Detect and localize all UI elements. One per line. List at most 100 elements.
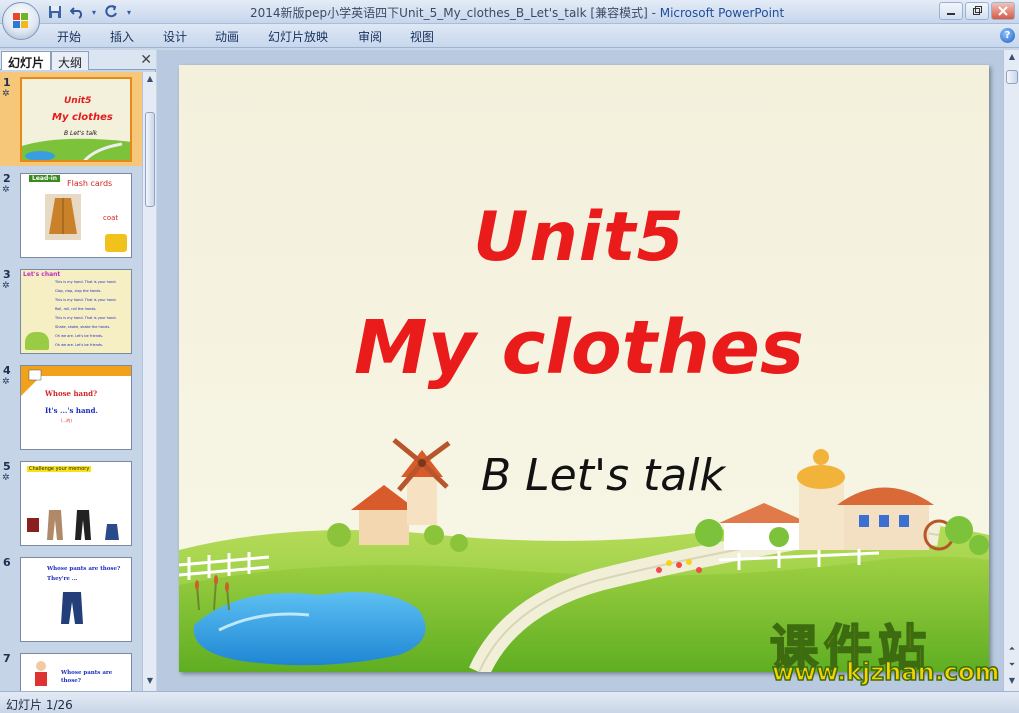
- pants-picture: [61, 592, 83, 624]
- thumb-text: Whose hand?: [45, 389, 98, 398]
- watermark-url: www.kjzhan.com: [771, 657, 1000, 687]
- tab-design[interactable]: 设计: [163, 28, 187, 45]
- thumbnail-image: Lead-in Flash cards coat: [20, 173, 132, 258]
- thumbnail-image: Whose pants are those? They're ...: [20, 557, 132, 642]
- boy-picture: [35, 661, 47, 686]
- window-controls: [939, 2, 1015, 20]
- thumb-text: It's ...'s hand.: [45, 406, 98, 415]
- slide-title-line-2[interactable]: My clothes: [179, 305, 979, 391]
- ribbon-tabs: 开始 插入 设计 动画 幻灯片放映 审阅 视图 ?: [0, 24, 1019, 48]
- slide-scrollbar[interactable]: ▲ ⏶ ⏷ ▼: [1003, 50, 1019, 691]
- thumb-text: Whose pants are: [61, 670, 113, 676]
- thumb-text: Oh we are. Let's be friends.: [55, 343, 104, 347]
- tab-outline[interactable]: 大纲: [51, 51, 90, 70]
- office-button[interactable]: [2, 2, 40, 40]
- undo-icon[interactable]: [68, 3, 86, 21]
- slide-counter: 幻灯片 1/26: [6, 698, 73, 712]
- slide-thumbnail-list: 1 ✲ Unit5 My clothes B Let's talk 2 ✲ Le…: [0, 72, 142, 691]
- slide-thumbnail-6[interactable]: 6 Whose pants are those? They're ...: [0, 552, 142, 646]
- close-icon[interactable]: ✕: [140, 52, 152, 68]
- bus-picture: [105, 234, 127, 252]
- minimize-button[interactable]: [939, 2, 963, 20]
- tab-insert[interactable]: 插入: [110, 28, 134, 45]
- thumb-text: Whose pants are those?: [47, 566, 121, 572]
- customize-toolbar-icon[interactable]: ▾: [124, 3, 134, 21]
- tab-review[interactable]: 审阅: [358, 28, 382, 45]
- tab-slideshow[interactable]: 幻灯片放映: [268, 28, 328, 45]
- tab-slides[interactable]: 幻灯片: [1, 51, 52, 70]
- scroll-up-icon[interactable]: ▲: [145, 74, 155, 86]
- thumbnail-scrollbar[interactable]: ▲ ▼: [142, 72, 156, 691]
- slide-number: 2: [3, 172, 11, 185]
- slides-pane: 幻灯片 大纲 ✕ 1 ✲ Unit5 My clothes B Let's ta…: [0, 50, 156, 691]
- thumb-landscape: [22, 138, 130, 160]
- save-icon[interactable]: [46, 3, 64, 21]
- thumb-text: My clothes: [52, 112, 113, 123]
- slide-thumbnail-5[interactable]: 5 ✲ Challenge your memory: [0, 456, 142, 550]
- slide-thumbnail-4[interactable]: 4 ✲ Whose hand? It's ...'s hand. (...的): [0, 360, 142, 454]
- slide-thumbnail-1[interactable]: 1 ✲ Unit5 My clothes B Let's talk: [0, 72, 142, 166]
- slide-number: 1: [3, 76, 11, 89]
- thumb-text: Oh we are. Let's be friends.: [55, 334, 104, 338]
- slide-number: 4: [3, 364, 11, 377]
- scroll-thumb[interactable]: [145, 112, 155, 207]
- animation-star-icon: ✲: [2, 377, 10, 387]
- redo-icon[interactable]: [102, 3, 120, 21]
- window-title: 2014新版pep小学英语四下Unit_5_My_clothes_B_Let's…: [250, 4, 784, 21]
- status-bar: 幻灯片 1/26: [0, 691, 1019, 713]
- title-bar: ▾ ▾ 2014新版pep小学英语四下Unit_5_My_clothes_B_L…: [0, 0, 1019, 40]
- coat-picture: [45, 194, 81, 240]
- slide-editing-area: Unit5 My clothes B Let's talk: [157, 50, 1003, 691]
- animation-star-icon: ✲: [2, 185, 10, 195]
- thumb-text: Flash cards: [67, 179, 113, 188]
- thumb-text: Let's chant: [23, 271, 61, 278]
- thumb-text: They're ...: [47, 576, 78, 582]
- thumb-text: This is my hand. That is your hand.: [55, 280, 117, 284]
- current-slide[interactable]: Unit5 My clothes B Let's talk: [179, 65, 989, 672]
- thumbnail-image: Whose pants are those?: [20, 653, 132, 691]
- thumb-text: those?: [61, 678, 82, 684]
- thumbnail-image: Whose hand? It's ...'s hand. (...的): [20, 365, 132, 450]
- thumb-text: Challenge your memory: [27, 466, 92, 472]
- restore-button[interactable]: [965, 2, 989, 20]
- thumb-text: Unit5: [64, 96, 92, 106]
- tab-home[interactable]: 开始: [57, 28, 81, 45]
- thumbnail-image: Challenge your memory: [20, 461, 132, 546]
- document-title: 2014新版pep小学英语四下Unit_5_My_clothes_B_Let's…: [250, 6, 660, 20]
- scroll-up-icon[interactable]: ▲: [1006, 52, 1018, 61]
- scroll-down-icon[interactable]: ▼: [145, 676, 155, 688]
- pane-tabs: 幻灯片 大纲 ✕: [0, 50, 156, 70]
- thumb-text: This is my hand. That is your hand.: [55, 298, 117, 302]
- slide-thumbnail-2[interactable]: 2 ✲ Lead-in Flash cards coat: [0, 168, 142, 262]
- slide-thumbnail-7[interactable]: 7 Whose pants are those?: [0, 648, 142, 691]
- slide-title-line-1[interactable]: Unit5: [179, 198, 979, 277]
- tab-view[interactable]: 视图: [410, 28, 434, 45]
- thumbnail-image: Let's chant This is my hand. That is you…: [20, 269, 132, 354]
- clothes-pictures: [27, 510, 119, 540]
- chevron-down-icon[interactable]: ▾: [90, 3, 98, 21]
- thumb-text: Clap, clap, clap the hands.: [55, 289, 102, 293]
- office-logo-icon: [13, 13, 29, 29]
- thumb-text: Roll, roll, roll the hands.: [55, 307, 97, 311]
- scroll-thumb[interactable]: [1006, 70, 1018, 84]
- thumb-text: (...的): [61, 418, 72, 423]
- close-button[interactable]: [991, 2, 1015, 20]
- chant-picture: [25, 332, 49, 350]
- slide-thumbnail-3[interactable]: 3 ✲ Let's chant This is my hand. That is…: [0, 264, 142, 358]
- slide-number: 7: [3, 652, 11, 665]
- slide-number: 3: [3, 268, 11, 281]
- app-name: Microsoft PowerPoint: [659, 6, 785, 20]
- thumb-text: This is my hand. That is your hand.: [55, 316, 117, 320]
- thumb-banner: [21, 366, 131, 396]
- thumbnail-image: Unit5 My clothes B Let's talk: [20, 77, 132, 162]
- tab-animations[interactable]: 动画: [215, 28, 239, 45]
- thumb-text: Lead-in: [29, 175, 61, 182]
- slide-subtitle[interactable]: B Let's talk: [481, 450, 725, 501]
- animation-star-icon: ✲: [2, 473, 10, 483]
- animation-star-icon: ✲: [2, 281, 10, 291]
- thumb-text: coat: [103, 214, 119, 222]
- watermark-logo: 课件站 www.kjzhan.com: [769, 608, 1010, 688]
- help-icon[interactable]: ?: [1000, 28, 1015, 43]
- slide-number: 5: [3, 460, 11, 473]
- quick-access-toolbar: ▾ ▾: [46, 3, 134, 21]
